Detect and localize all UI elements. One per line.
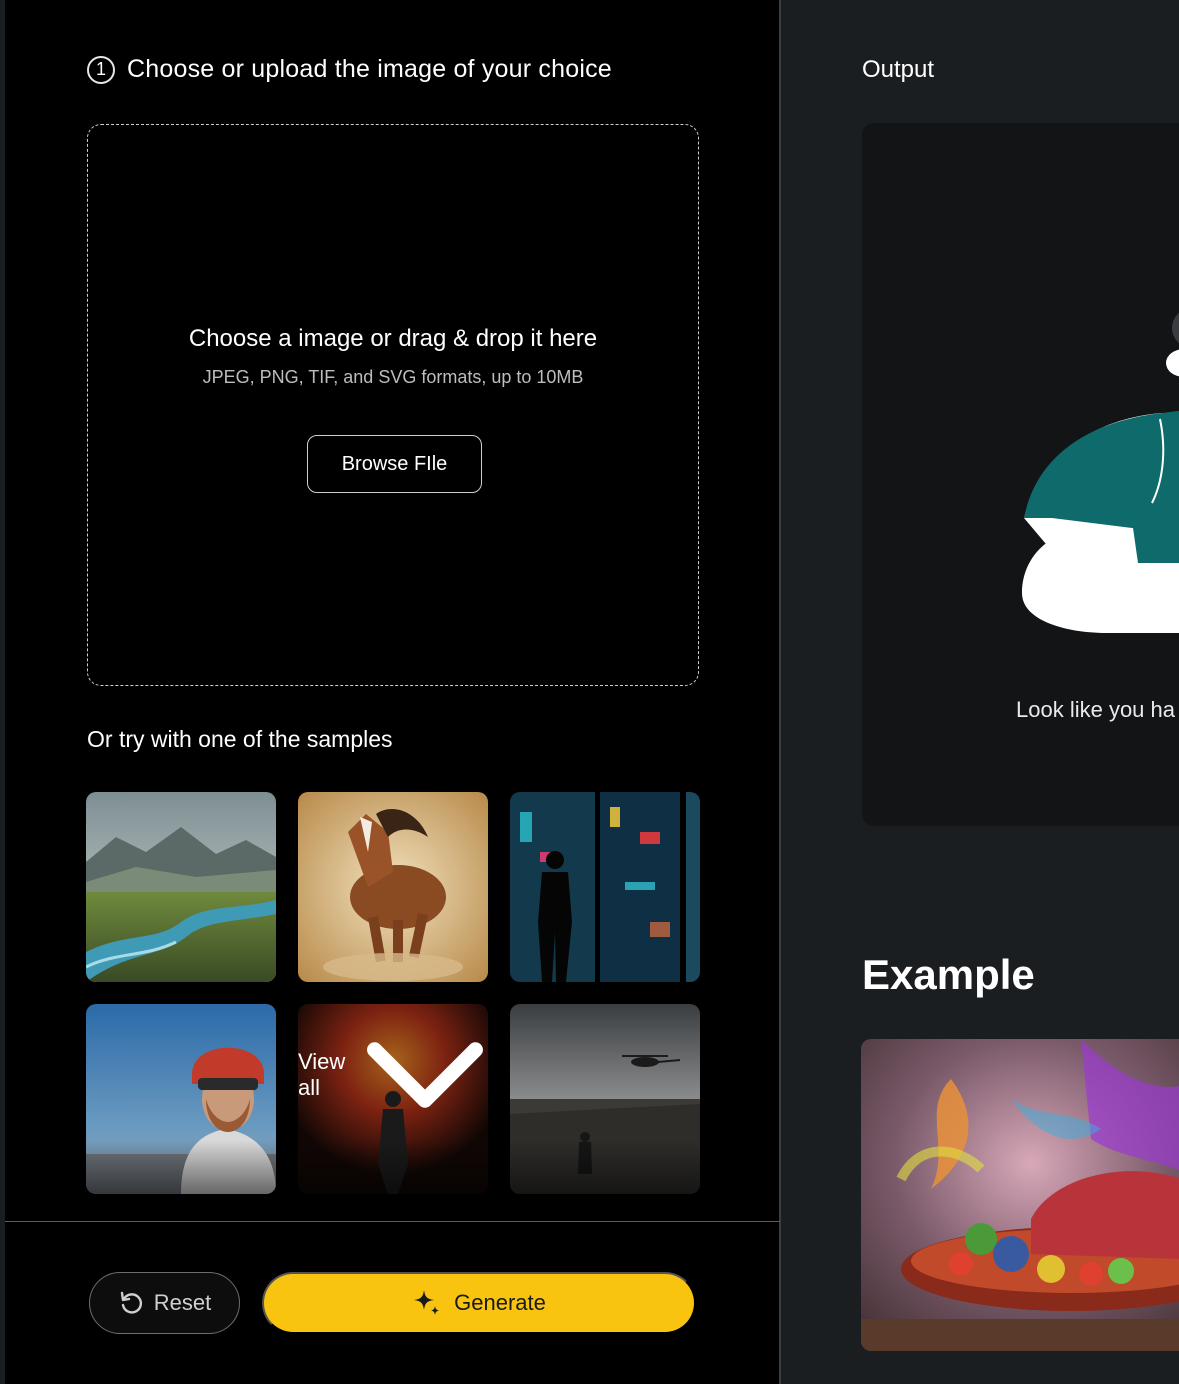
- output-empty-message: Look like you ha: [1016, 697, 1175, 722]
- example-title: Example: [862, 951, 1035, 998]
- reset-button[interactable]: Reset: [89, 1272, 240, 1334]
- output-title: Output: [862, 56, 935, 83]
- sample-thumbnail-horse[interactable]: [298, 792, 488, 982]
- astronaut-red-helmet-thumbnail: [86, 1004, 276, 1194]
- step-number-badge: 1: [87, 55, 115, 84]
- dropzone-formats-hint: JPEG, PNG, TIF, and SVG formats, up to 1…: [202, 367, 584, 387]
- view-all-label: View all: [298, 1049, 346, 1100]
- helicopter-wasteland-thumbnail: [510, 1004, 700, 1194]
- reset-icon: [120, 1291, 142, 1314]
- chevron-down-icon: [367, 1042, 483, 1108]
- example-image: [861, 1039, 1179, 1351]
- galloping-horse-thumbnail: [298, 792, 488, 982]
- sample-thumbnail-landscape[interactable]: [86, 792, 276, 982]
- step-title: Choose or upload the image of your choic…: [127, 55, 612, 83]
- panel-divider: [779, 0, 781, 1384]
- dropzone-title: Choose a image or drag & drop it here: [188, 325, 598, 352]
- browse-file-button[interactable]: Browse FIle: [307, 435, 482, 493]
- generate-button[interactable]: Generate: [262, 1272, 696, 1334]
- step-header: 1 Choose or upload the image of your cho…: [87, 55, 612, 84]
- view-all-link[interactable]: View all: [298, 1004, 488, 1170]
- samples-title: Or try with one of the samples: [87, 726, 393, 752]
- footer-divider: [5, 1221, 780, 1222]
- sample-thumbnail-neon-city[interactable]: [510, 792, 700, 982]
- colorful-food-example-image: [861, 1039, 1179, 1351]
- image-dropzone[interactable]: Choose a image or drag & drop it here JP…: [87, 124, 699, 686]
- left-edge-strip: [0, 0, 5, 1384]
- sample-thumbnail-astronaut[interactable]: [86, 1004, 276, 1194]
- reset-label: Reset: [153, 1290, 212, 1315]
- generate-label: Generate: [454, 1290, 546, 1315]
- sparkle-icon: [414, 1290, 440, 1315]
- sample-thumbnail-helicopter[interactable]: [510, 1004, 700, 1194]
- neon-city-figure-thumbnail: [510, 792, 700, 982]
- landscape-river-thumbnail: [86, 792, 276, 982]
- view-all-samples-tile[interactable]: View all: [298, 1004, 488, 1194]
